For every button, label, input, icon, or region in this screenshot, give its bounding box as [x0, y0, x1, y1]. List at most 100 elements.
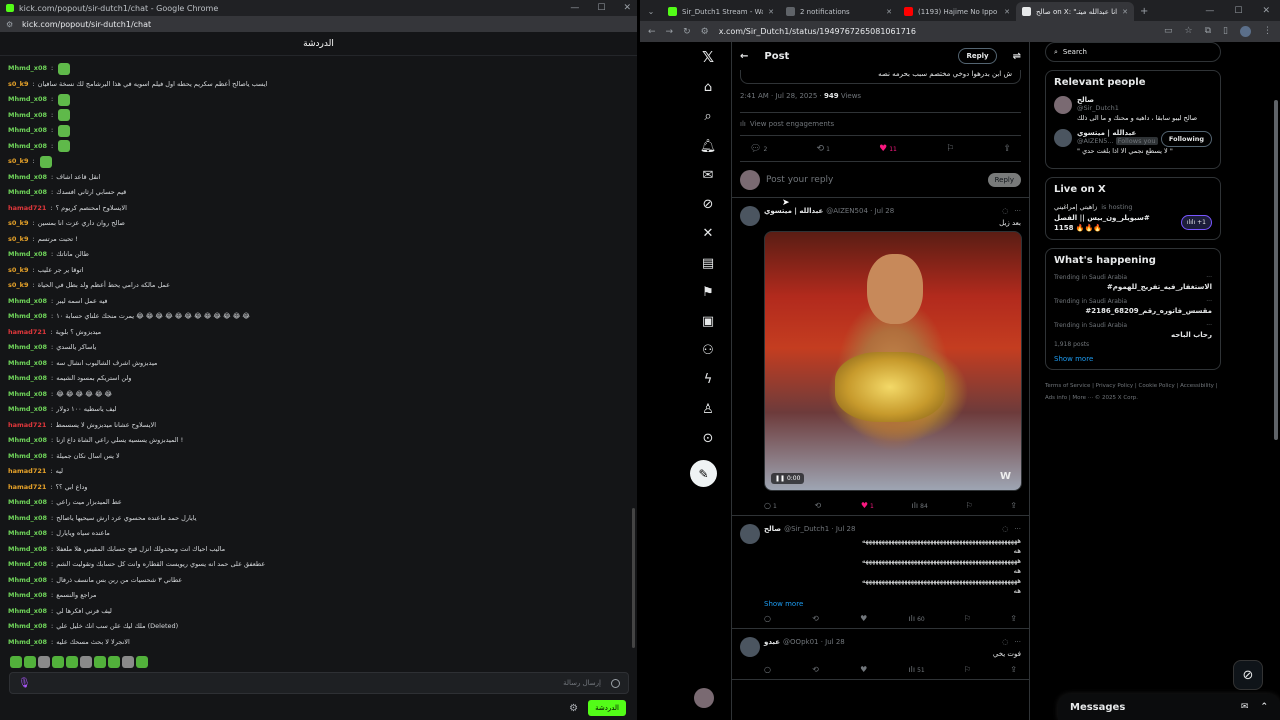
verified-orgs-icon[interactable]: ϟ [699, 370, 717, 388]
chat-username[interactable]: Mhmd_x08 [8, 433, 47, 448]
tweet-author[interactable]: عبدو [764, 638, 780, 646]
reply-input[interactable]: Post your reply [766, 175, 982, 185]
browser-tab[interactable]: Sir_Dutch1 Stream - Watch ✕ [662, 2, 780, 21]
trend-item[interactable]: Trending in Saudi Arabia ··· #مقسس_فاتوره_… [1054, 298, 1212, 315]
maximize-icon[interactable]: ☐ [597, 3, 605, 13]
chat-scrollbar[interactable] [632, 508, 635, 648]
chat-username[interactable]: hamad721 [8, 325, 46, 340]
chat-username[interactable]: Mhmd_x08 [8, 573, 47, 588]
repost-action[interactable]: ⟲ 1 [817, 144, 830, 154]
show-more-link[interactable]: Show more [1054, 355, 1212, 363]
grok-icon[interactable]: ◌ [1002, 207, 1008, 215]
reply-tweet[interactable]: صالح @Sir_Dutch1 · Jul 28 ◌ ··· هههههههههههه… [732, 516, 1029, 629]
person-item[interactable]: عبدالله | ميتسوي @AIZEN5... Follows you … [1054, 129, 1212, 155]
more-options-icon[interactable]: ··· [1014, 207, 1021, 215]
reply-submit-button[interactable]: Reply [987, 172, 1021, 187]
close-icon[interactable]: ✕ [1262, 6, 1270, 16]
person-item[interactable]: صالح @Sir_Dutch1 صالح ليبو سابقا ، داهيه… [1054, 96, 1212, 122]
chat-username[interactable]: s0_k9 [8, 278, 29, 293]
chat-username[interactable]: hamad721 [8, 480, 46, 495]
chat-username[interactable]: s0_k9 [8, 232, 29, 247]
share-icon[interactable]: ⇪ [1010, 501, 1017, 510]
bookmark-icon[interactable]: ⚐ [964, 614, 971, 623]
like-action[interactable]: ♥ [860, 614, 869, 623]
media-controls[interactable]: ❚❚ 0:00 [771, 473, 805, 484]
chat-username[interactable]: Mhmd_x08 [8, 61, 47, 76]
bookmark-icon[interactable]: ⚐ [964, 665, 971, 674]
emote-icon[interactable] [80, 656, 92, 668]
grok-icon[interactable]: ◌ [1002, 638, 1008, 646]
repost-action[interactable]: ⟲ [812, 614, 821, 623]
tab-close-icon[interactable]: ✕ [768, 8, 774, 16]
avatar[interactable] [1054, 129, 1072, 147]
bell-icon[interactable]: 🔔︎ [699, 137, 717, 155]
site-info-icon[interactable]: ⚙ [6, 20, 16, 29]
bookmark-icon[interactable]: ⚐ [946, 144, 954, 154]
chat-username[interactable]: Mhmd_x08 [8, 185, 47, 200]
new-message-icon[interactable]: ✉ [1241, 702, 1249, 712]
tab-close-icon[interactable]: ✕ [1122, 8, 1128, 16]
chat-username[interactable]: hamad721 [8, 464, 46, 479]
more-icon[interactable]: ⊙ [699, 429, 717, 447]
messages-drawer[interactable]: Messages ✉ ⌃ [1058, 694, 1280, 720]
reply-header-button[interactable]: Reply [958, 48, 997, 64]
chat-username[interactable]: Mhmd_x08 [8, 371, 47, 386]
chat-username[interactable]: Mhmd_x08 [8, 387, 47, 402]
chat-username[interactable]: hamad721 [8, 201, 46, 216]
tweet-media-gif[interactable]: ❚❚ 0:00 W [764, 231, 1022, 491]
grok-floating-icon[interactable]: ⊘ [1233, 660, 1263, 690]
chat-username[interactable]: s0_k9 [8, 154, 29, 169]
bookmark-star-icon[interactable]: ☆ [1185, 26, 1193, 37]
back-icon[interactable]: ← [648, 27, 656, 37]
cast-icon[interactable]: ▭ [1164, 26, 1173, 37]
emote-icon[interactable] [38, 656, 50, 668]
more-options-icon[interactable]: ··· [1206, 298, 1212, 305]
profile-icon[interactable]: ♙ [699, 400, 717, 418]
browser-tab[interactable]: 2 notifications ✕ [780, 2, 898, 21]
chat-username[interactable]: s0_k9 [8, 77, 29, 92]
minimize-icon[interactable]: — [1205, 6, 1214, 16]
like-action[interactable]: ♥ [860, 665, 869, 674]
chrome-menu-icon[interactable]: ⋮ [1263, 26, 1272, 37]
mail-icon[interactable]: ✉ [699, 166, 717, 184]
reply-action[interactable]: ○ [764, 614, 773, 623]
live-listeners-pill[interactable]: ılılı +1 [1180, 214, 1212, 230]
emote-icon[interactable] [24, 656, 36, 668]
search-input[interactable]: ⌕ Search [1045, 42, 1221, 62]
forward-icon[interactable]: → [666, 27, 674, 37]
browser-tab[interactable]: صالح on X: "ليتك انا عبدالله ميتـ ✕ [1016, 2, 1134, 21]
quoted-post-tail[interactable]: ش ابن بدرهوا دوخي مختصم سبب بحرمه نصه [740, 70, 1021, 84]
trend-item[interactable]: Trending in Saudi Arabia ··· #الاستغفار_في… [1054, 274, 1212, 291]
share-icon[interactable]: ⇪ [1010, 665, 1017, 674]
chat-username[interactable]: Mhmd_x08 [8, 604, 47, 619]
site-info-icon[interactable]: ⚙ [701, 27, 709, 37]
chat-username[interactable]: Mhmd_x08 [8, 557, 47, 572]
reader-settings-icon[interactable]: ⇌ [1013, 51, 1021, 62]
chat-username[interactable]: s0_k9 [8, 263, 29, 278]
chat-input[interactable]: 🎙 إرسال رسالة [9, 672, 629, 694]
account-avatar[interactable] [694, 688, 714, 708]
emote-icon[interactable] [108, 656, 120, 668]
search-icon[interactable]: ⌕ [699, 107, 717, 125]
emote-icon[interactable] [10, 656, 22, 668]
chat-username[interactable]: Mhmd_x08 [8, 108, 47, 123]
chat-username[interactable]: Mhmd_x08 [8, 635, 47, 650]
tab-close-icon[interactable]: ✕ [1004, 8, 1010, 16]
chat-username[interactable]: Mhmd_x08 [8, 495, 47, 510]
reply-tweet[interactable]: عبدالله | ميتسوي @AIZEN504 · Jul 28 ◌ ··· بع… [732, 198, 1029, 516]
microphone-icon[interactable]: 🎙 [18, 678, 31, 689]
expand-icon[interactable]: ⌃ [1260, 702, 1268, 712]
like-action[interactable]: ♥ 11 [879, 144, 897, 154]
chat-send-button[interactable]: الدردشة [588, 700, 626, 716]
reply-action[interactable]: ○ [764, 665, 773, 674]
show-more-link[interactable]: Show more [764, 600, 1021, 608]
chat-settings-icon[interactable]: ⚙ [569, 703, 578, 714]
emote-icon[interactable] [136, 656, 148, 668]
emote-icon[interactable] [66, 656, 78, 668]
more-options-icon[interactable]: ··· [1206, 322, 1212, 329]
tweet-author[interactable]: صالح [764, 525, 781, 533]
reload-icon[interactable]: ↻ [683, 27, 691, 37]
more-options-icon[interactable]: ··· [1014, 525, 1021, 533]
live-space-item[interactable]: زاهيتي إمراغيني is hosting سبويلر_ون_بيس… [1054, 203, 1212, 233]
emoji-picker-icon[interactable] [611, 678, 620, 688]
